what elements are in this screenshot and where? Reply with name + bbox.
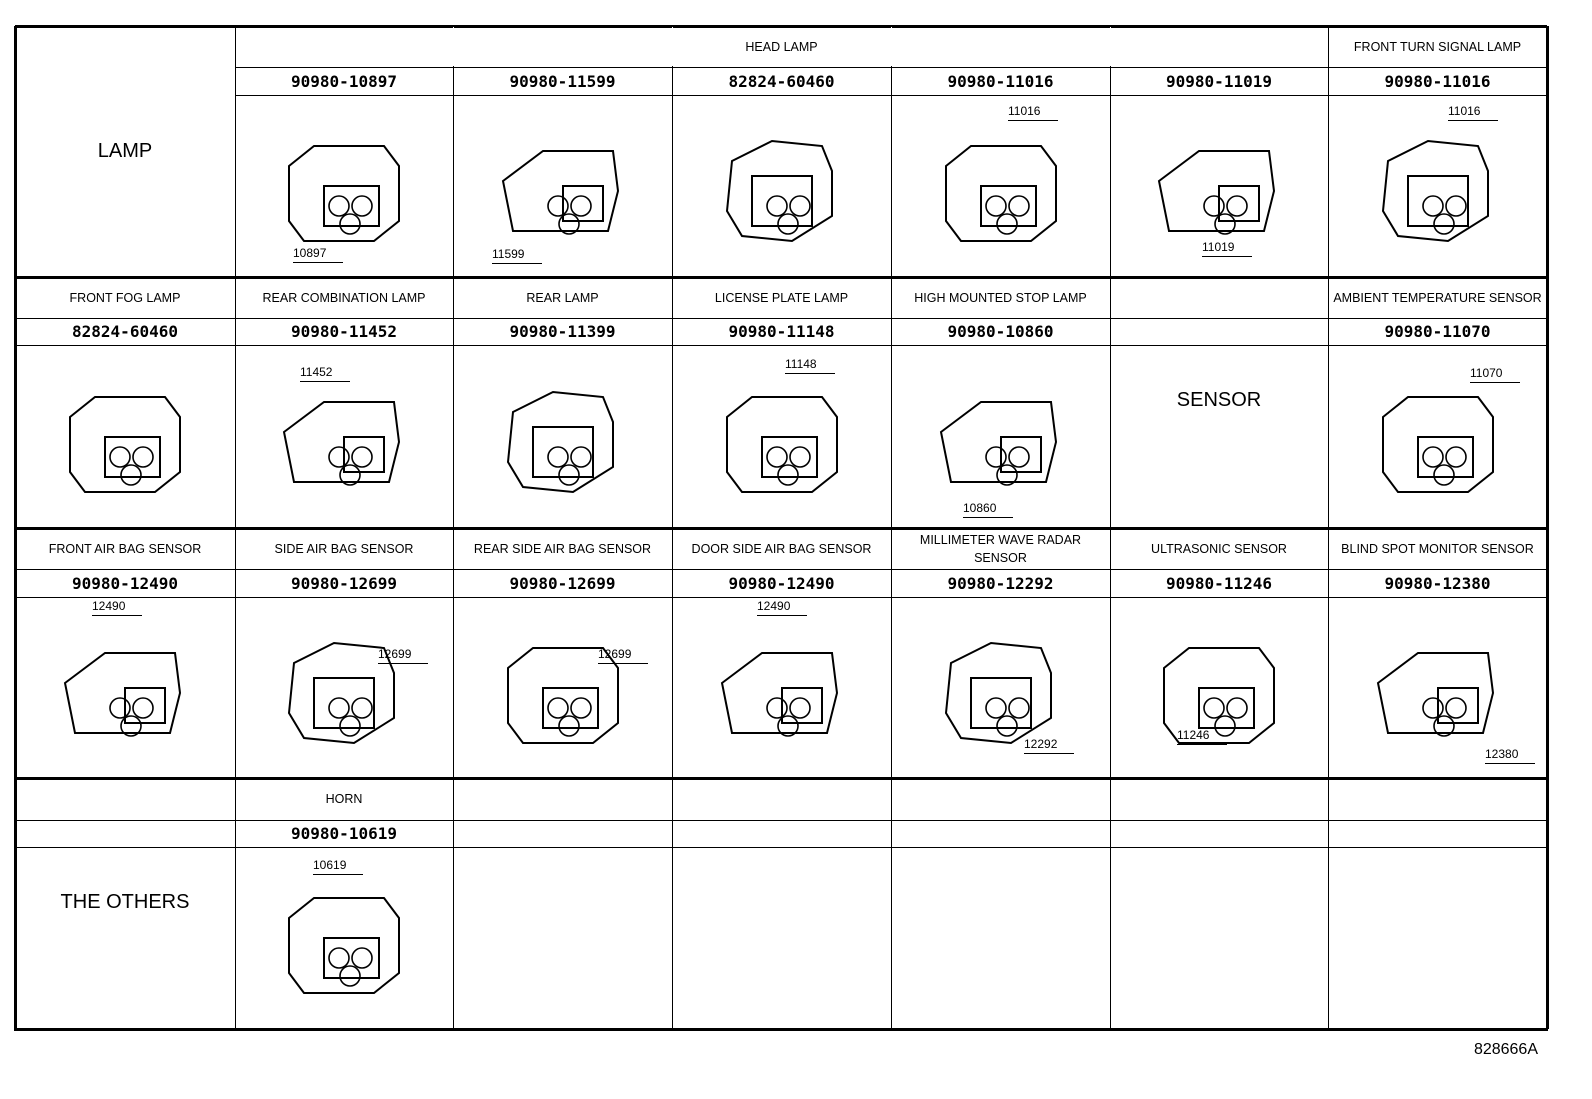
connector-drawing	[288, 897, 400, 994]
connector-drawing	[725, 139, 833, 243]
column-label: LICENSE PLATE LAMP	[714, 290, 849, 305]
column-label: MILLIMETER WAVE RADAR SENSOR	[919, 532, 1082, 565]
callout-label: 10897	[293, 246, 343, 263]
callout-label: 11148	[785, 357, 835, 374]
part-number: 90980-10897	[291, 71, 397, 91]
callout-label: 12490	[92, 599, 142, 616]
callout-label: 12380	[1485, 747, 1535, 764]
callout-label: 11016	[1008, 104, 1058, 121]
column-label: BLIND SPOT MONITOR SENSOR	[1341, 541, 1534, 556]
part-number: 90980-11399	[509, 322, 616, 341]
part-number: 90980-12699	[291, 573, 397, 593]
part-number: 82824-60460	[72, 322, 178, 341]
connector-drawing	[1381, 139, 1489, 243]
connector-drawing	[501, 150, 619, 235]
column-label: DOOR SIDE AIR BAG SENSOR	[691, 541, 872, 556]
part-number: 90980-12699	[509, 573, 616, 593]
part-number: 90980-11148	[728, 322, 835, 341]
part-number: 90980-10619	[291, 824, 397, 843]
column-label: FRONT AIR BAG SENSOR	[48, 541, 202, 556]
part-number: 90980-12292	[947, 573, 1054, 593]
part-number: 90980-11070	[1384, 322, 1491, 341]
connector-drawing	[1157, 150, 1276, 235]
part-number: 82824-60460	[728, 71, 835, 91]
section-title: LAMP	[97, 139, 153, 162]
callout-label: 11246	[1177, 728, 1227, 745]
connector-drawing	[939, 400, 1057, 486]
connector-drawing	[944, 145, 1057, 242]
callout-label: 11019	[1202, 240, 1252, 257]
column-divider	[453, 26, 454, 1029]
connector-drawing	[720, 651, 838, 737]
connector-drawing	[288, 145, 400, 242]
callout-label: 11452	[300, 365, 350, 382]
part-number: 90980-11019	[1166, 71, 1272, 91]
callout-label: 12292	[1024, 737, 1074, 754]
column-label: ULTRASONIC SENSOR	[1151, 541, 1287, 556]
callout-label: 10860	[963, 501, 1013, 518]
connector-drawing	[1376, 651, 1494, 737]
column-divider	[1328, 26, 1329, 1029]
section-title: SENSOR	[1176, 388, 1262, 411]
connector-drawing	[725, 395, 838, 493]
connector-drawing	[506, 390, 614, 493]
callout-label: 10619	[313, 858, 363, 875]
connector-drawing	[1381, 395, 1494, 493]
column-divider	[672, 26, 673, 1029]
column-label: AMBIENT TEMPERATURE SENSOR	[1333, 290, 1542, 305]
callout-label: 11070	[1470, 366, 1520, 383]
callout-label: 12699	[378, 647, 428, 664]
connector-drawing	[69, 395, 181, 493]
part-number: 90980-11016	[1384, 71, 1491, 91]
part-number: 90980-11599	[509, 71, 616, 91]
callout-label: 12490	[757, 599, 807, 616]
part-number: 90980-11452	[291, 322, 397, 341]
callout-label: 11016	[1448, 104, 1498, 121]
connector-drawing	[63, 651, 182, 737]
part-number: 90980-12490	[728, 573, 835, 593]
row-divider	[14, 1028, 1548, 1031]
column-divider	[891, 26, 892, 1029]
row-divider	[15, 597, 1547, 598]
section-label-head-lamp: HEAD LAMP	[745, 39, 818, 54]
callout-label: 11599	[492, 247, 542, 264]
column-label: FRONT FOG LAMP	[69, 290, 181, 305]
column-divider	[1546, 26, 1549, 1029]
connector-drawing	[944, 641, 1052, 744]
column-label: FRONT TURN SIGNAL LAMP	[1353, 39, 1522, 54]
column-label: SIDE AIR BAG SENSOR	[274, 541, 414, 556]
column-label: REAR LAMP	[526, 290, 599, 305]
part-number: 90980-11016	[947, 71, 1054, 91]
column-label: REAR SIDE AIR BAG SENSOR	[473, 541, 652, 556]
diagram-reference-number: 828666A	[1473, 1041, 1538, 1058]
section-title: THE OTHERS	[60, 890, 190, 913]
connector-table: HEAD LAMP 90980-10897 10897 90980-11599 1159…	[0, 0, 1592, 1099]
part-number: 90980-10860	[947, 322, 1054, 341]
part-number: 90980-12490	[72, 573, 178, 593]
column-label: REAR COMBINATION LAMP	[262, 290, 426, 305]
column-label: HIGH MOUNTED STOP LAMP	[914, 290, 1087, 305]
connector-drawing	[282, 400, 401, 486]
callout-label: 12699	[598, 647, 648, 664]
row-divider	[15, 847, 1547, 848]
column-label: HORN	[325, 792, 363, 806]
part-number: 90980-11246	[1166, 573, 1272, 593]
column-divider	[1110, 26, 1111, 1029]
part-number: 90980-12380	[1384, 573, 1491, 593]
column-divider	[235, 26, 236, 1029]
